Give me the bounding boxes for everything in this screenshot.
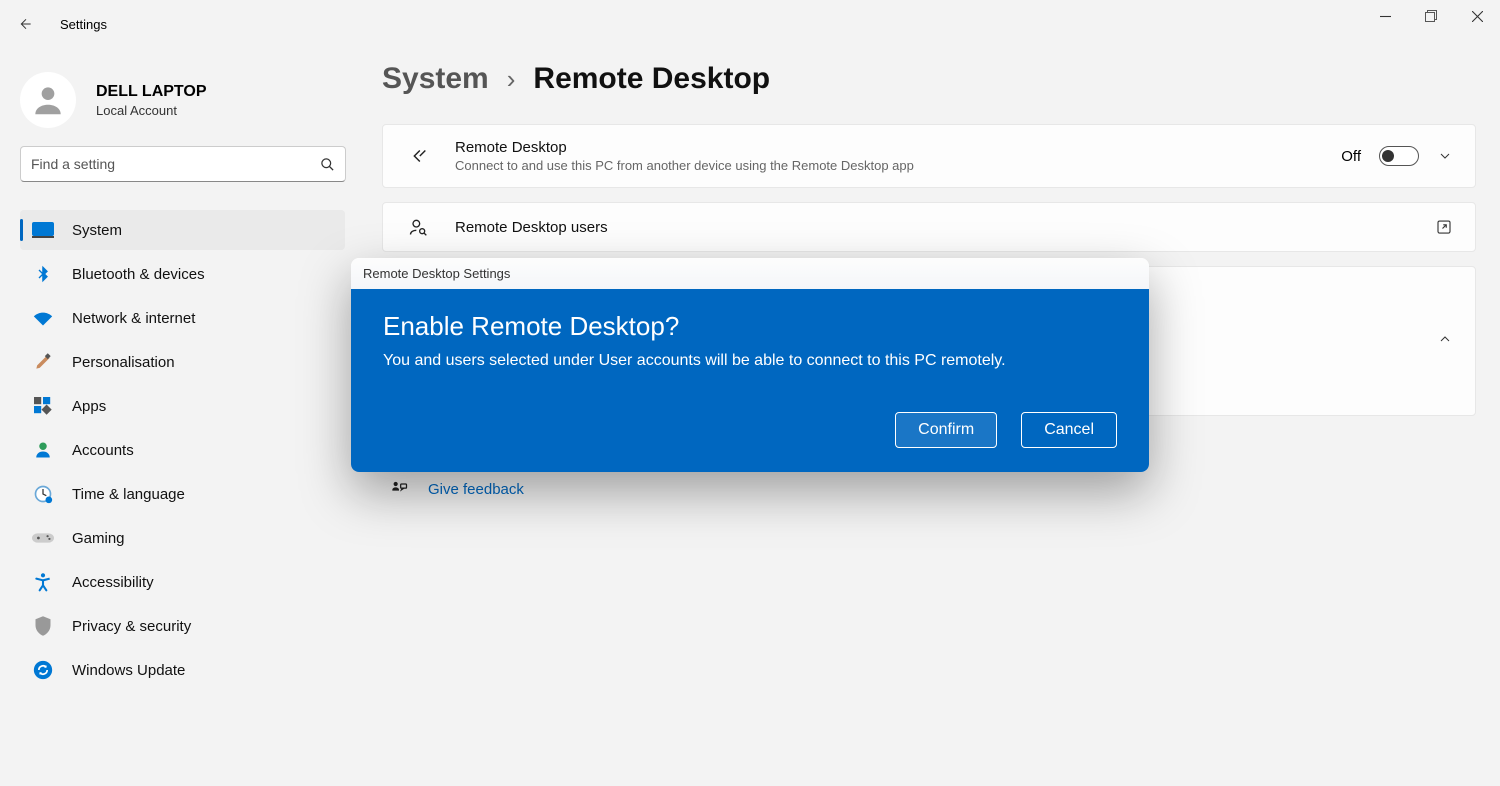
breadcrumb-root[interactable]: System: [382, 62, 489, 96]
shield-icon: [32, 615, 54, 637]
sidebar-item-label: Accessibility: [72, 574, 154, 591]
sidebar-item-label: Network & internet: [72, 310, 195, 327]
card-title: Remote Desktop: [455, 139, 914, 156]
titlebar: Settings: [0, 0, 1500, 48]
sidebar-item-person[interactable]: Accounts: [20, 430, 345, 470]
sidebar-item-label: Accounts: [72, 442, 134, 459]
sidebar-item-apps[interactable]: Apps: [20, 386, 345, 426]
user-search-icon: [405, 217, 431, 237]
breadcrumb-current: Remote Desktop: [533, 62, 770, 96]
cancel-button[interactable]: Cancel: [1021, 412, 1117, 448]
search-icon: [320, 157, 335, 172]
sidebar-item-shield[interactable]: Privacy & security: [20, 606, 345, 646]
sidebar-item-system[interactable]: System: [20, 210, 345, 250]
wifi-icon: [32, 307, 54, 329]
toggle-state-label: Off: [1341, 148, 1361, 165]
user-name: DELL LAPTOP: [96, 83, 207, 101]
remote-desktop-icon: [405, 145, 431, 167]
sidebar-item-label: Personalisation: [72, 354, 175, 371]
give-feedback-row: Give feedback: [382, 478, 1476, 500]
update-icon: [32, 659, 54, 681]
maximize-button[interactable]: [1408, 0, 1454, 32]
give-feedback-link[interactable]: Give feedback: [428, 481, 524, 498]
remote-desktop-card[interactable]: Remote Desktop Connect to and use this P…: [382, 124, 1476, 188]
system-icon: [32, 219, 54, 241]
accessibility-icon: [32, 571, 54, 593]
card-title: Remote Desktop users: [455, 219, 608, 236]
close-button[interactable]: [1454, 0, 1500, 32]
bluetooth-icon: [32, 263, 54, 285]
sidebar-item-label: Time & language: [72, 486, 185, 503]
window-title: Settings: [60, 17, 107, 32]
sidebar-item-brush[interactable]: Personalisation: [20, 342, 345, 382]
sidebar-menu: System Bluetooth & devices Network & inter…: [20, 210, 345, 690]
sidebar-item-label: Bluetooth & devices: [72, 266, 205, 283]
sidebar-item-game[interactable]: Gaming: [20, 518, 345, 558]
person-icon: [29, 81, 67, 119]
chevron-down-icon[interactable]: [1437, 148, 1453, 164]
chevron-up-icon[interactable]: [1437, 331, 1453, 347]
sidebar: DELL LAPTOP Local Account System Bluetoot…: [0, 48, 345, 694]
sidebar-item-label: Privacy & security: [72, 618, 191, 635]
search-input[interactable]: [31, 156, 320, 172]
maximize-icon: [1425, 10, 1437, 22]
dialog-message: You and users selected under User accoun…: [383, 352, 1117, 370]
sidebar-item-update[interactable]: Windows Update: [20, 650, 345, 690]
confirm-button[interactable]: Confirm: [895, 412, 997, 448]
minimize-button[interactable]: [1362, 0, 1408, 32]
remote-desktop-users-card[interactable]: Remote Desktop users: [382, 202, 1476, 252]
dialog-heading: Enable Remote Desktop?: [383, 311, 1117, 342]
brush-icon: [32, 351, 54, 373]
dialog-window-title: Remote Desktop Settings: [351, 258, 1149, 289]
apps-icon: [32, 395, 54, 417]
avatar: [20, 72, 76, 128]
game-icon: [32, 527, 54, 549]
open-external-icon[interactable]: [1435, 218, 1453, 236]
window-controls: [1362, 0, 1500, 32]
confirm-dialog: Remote Desktop Settings Enable Remote De…: [351, 258, 1149, 472]
card-desc: Connect to and use this PC from another …: [455, 158, 914, 173]
minimize-icon: [1380, 11, 1391, 22]
sidebar-item-bluetooth[interactable]: Bluetooth & devices: [20, 254, 345, 294]
user-account: Local Account: [96, 103, 207, 118]
arrow-left-icon: [18, 16, 34, 32]
breadcrumb: System › Remote Desktop: [382, 62, 1476, 96]
clock-icon: [32, 483, 54, 505]
sidebar-item-label: Apps: [72, 398, 106, 415]
person-icon: [32, 439, 54, 461]
sidebar-item-clock[interactable]: Time & language: [20, 474, 345, 514]
remote-desktop-toggle[interactable]: [1379, 146, 1419, 166]
user-block[interactable]: DELL LAPTOP Local Account: [20, 48, 345, 146]
sidebar-item-wifi[interactable]: Network & internet: [20, 298, 345, 338]
close-icon: [1472, 11, 1483, 22]
back-button[interactable]: [16, 14, 36, 34]
sidebar-item-label: Gaming: [72, 530, 125, 547]
chevron-right-icon: ›: [507, 64, 516, 95]
sidebar-item-label: System: [72, 222, 122, 239]
sidebar-item-label: Windows Update: [72, 662, 185, 679]
feedback-icon: [388, 478, 410, 500]
search-field[interactable]: [20, 146, 346, 182]
sidebar-item-accessibility[interactable]: Accessibility: [20, 562, 345, 602]
